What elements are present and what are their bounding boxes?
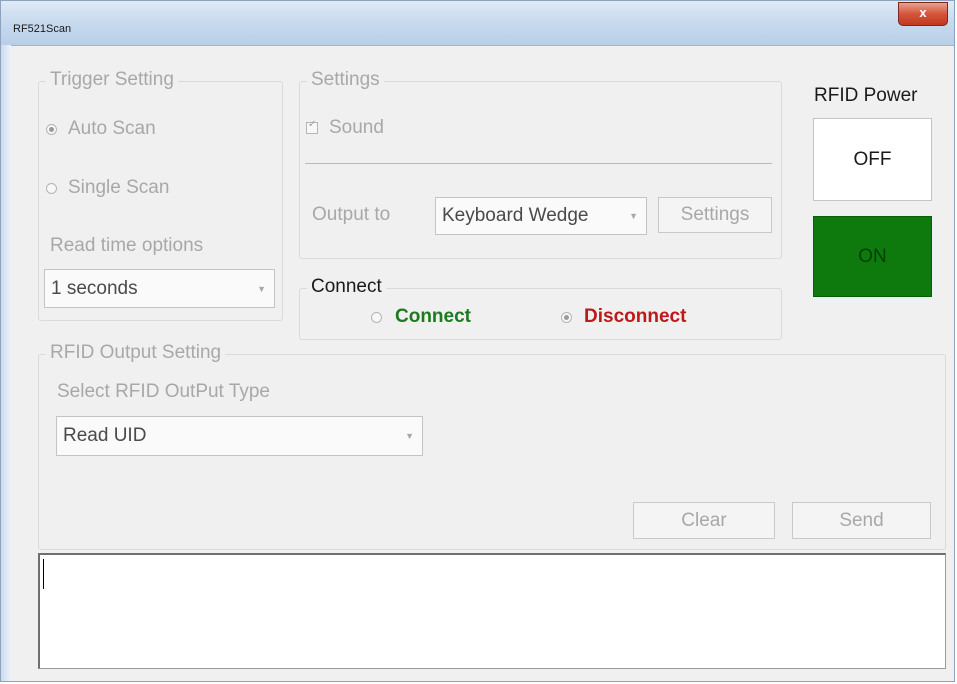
window-title: RF521Scan	[13, 23, 72, 35]
chevron-down-icon: ▼	[629, 211, 638, 221]
settings-button[interactable]: Settings	[658, 197, 772, 233]
chevron-down-icon: ▼	[257, 283, 266, 294]
power-off-button[interactable]: OFF	[813, 118, 932, 201]
connect-legend: Connect	[307, 276, 386, 298]
single-scan-radio[interactable]	[46, 183, 57, 194]
sound-checkbox[interactable]	[306, 119, 318, 134]
power-off-label: OFF	[853, 149, 892, 170]
sound-label[interactable]: Sound	[329, 117, 384, 139]
output-to-value: Keyboard Wedge	[442, 205, 589, 226]
connect-label[interactable]: Connect	[395, 306, 471, 328]
select-output-type-label: Select RFID OutPut Type	[57, 381, 270, 402]
output-log-textarea[interactable]	[38, 553, 946, 669]
window-frame-edge	[1, 45, 11, 681]
disconnect-radio[interactable]	[561, 312, 572, 323]
output-type-value: Read UID	[63, 425, 147, 446]
settings-legend: Settings	[307, 69, 384, 91]
rfid-power-label: RFID Power	[814, 85, 918, 106]
read-time-value: 1 seconds	[51, 277, 138, 299]
app-window: RF521Scan x Trigger Setting Auto Scan Si…	[0, 0, 955, 682]
output-to-select[interactable]: Keyboard Wedge ▼	[435, 197, 647, 235]
settings-divider	[305, 163, 772, 164]
close-icon: x	[919, 5, 927, 20]
close-button[interactable]: x	[898, 2, 948, 26]
title-bar[interactable]: RF521Scan x	[1, 1, 954, 46]
auto-scan-radio[interactable]	[46, 124, 57, 135]
power-on-button[interactable]: ON	[813, 216, 932, 297]
send-button[interactable]: Send	[792, 502, 931, 539]
clear-button[interactable]: Clear	[633, 502, 775, 539]
read-time-select[interactable]: 1 seconds ▼	[44, 269, 275, 308]
trigger-setting-legend: Trigger Setting	[46, 69, 178, 91]
output-type-select[interactable]: Read UID ▼	[56, 416, 423, 456]
connect-radio[interactable]	[371, 312, 382, 323]
send-button-label: Send	[839, 510, 884, 531]
clear-button-label: Clear	[681, 510, 727, 531]
single-scan-label[interactable]: Single Scan	[68, 177, 169, 199]
output-to-label: Output to	[312, 204, 391, 225]
power-on-label: ON	[858, 246, 887, 267]
read-time-label: Read time options	[50, 235, 204, 256]
text-caret	[43, 559, 44, 589]
rfid-output-legend: RFID Output Setting	[46, 342, 226, 364]
disconnect-label[interactable]: Disconnect	[584, 306, 686, 328]
auto-scan-label[interactable]: Auto Scan	[68, 118, 156, 140]
chevron-down-icon: ▼	[405, 431, 414, 441]
settings-button-label: Settings	[680, 204, 750, 225]
